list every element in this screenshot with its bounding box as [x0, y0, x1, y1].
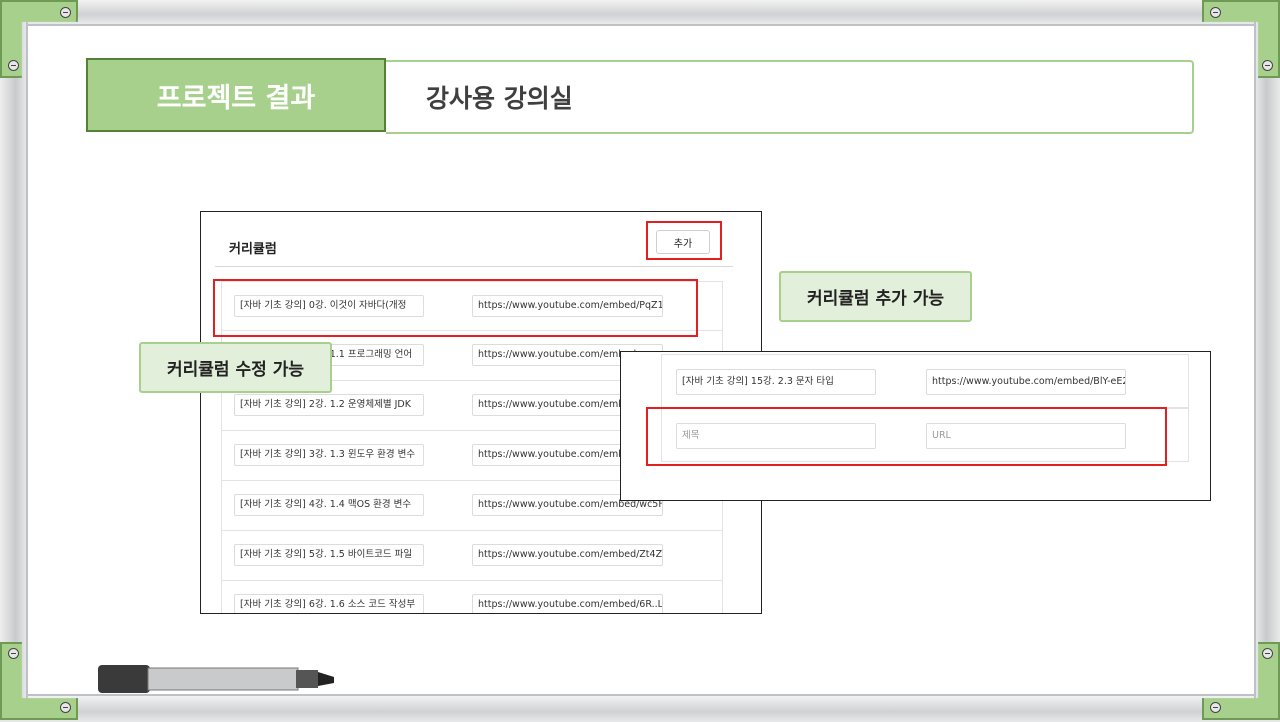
screw-icon	[1262, 60, 1273, 71]
section-label: 프로젝트 결과	[86, 58, 386, 132]
screw-icon	[60, 7, 71, 18]
curriculum-title: 커리큘럼	[229, 242, 277, 257]
lecture-title-input[interactable]: [자바 기초 강의] 2강. 1.2 운영체제별 JDK	[234, 394, 424, 416]
lecture-title-input[interactable]: [자바 기초 강의] 3강. 1.3 윈도우 환경 변수	[234, 444, 424, 466]
lecture-url-input[interactable]: https://www.youtube.com/embed/BlY-eE2	[926, 369, 1126, 395]
callout-add: 커리큘럼 추가 가능	[779, 271, 972, 322]
callout-edit: 커리큘럼 수정 가능	[139, 342, 332, 393]
screw-icon	[1262, 648, 1273, 659]
curriculum-row: [자바 기초 강의] 15강. 2.3 문자 타입 https://www.yo…	[661, 354, 1189, 408]
screw-icon	[1210, 7, 1221, 18]
curriculum-row: [자바 기초 강의] 6강. 1.6 소스 코드 작성부 https://www…	[221, 581, 723, 613]
lecture-url-input[interactable]: https://www.youtube.com/embed/6R..L.L	[472, 594, 663, 613]
lecture-title-input[interactable]: [자바 기초 강의] 6강. 1.6 소스 코드 작성부	[234, 594, 424, 613]
screw-icon	[8, 648, 19, 659]
lecture-title-input[interactable]: [자바 기초 강의] 5강. 1.5 바이트코드 파일	[234, 544, 424, 566]
lecture-url-input[interactable]: https://www.youtube.com/embed/Zt4Ze4	[472, 544, 663, 566]
whiteboard-frame-bottom	[0, 694, 1280, 722]
marker-icon	[98, 665, 334, 693]
page-title: 강사용 강의실	[386, 60, 1194, 134]
highlight-add-button	[646, 221, 722, 260]
lecture-title-input[interactable]: [자바 기초 강의] 15강. 2.3 문자 타입	[676, 369, 876, 395]
curriculum-row: [자바 기초 강의] 5강. 1.5 바이트코드 파일 https://www.…	[221, 531, 723, 581]
screw-icon	[60, 702, 71, 713]
whiteboard-frame-top	[0, 0, 1280, 26]
screw-icon	[8, 60, 19, 71]
screw-icon	[1210, 702, 1221, 713]
highlight-first-row	[213, 279, 698, 337]
whiteboard-frame-right	[1254, 0, 1280, 720]
highlight-new-row	[646, 407, 1167, 466]
whiteboard-frame-left	[0, 0, 28, 720]
lecture-title-input[interactable]: [자바 기초 강의] 4강. 1.4 맥OS 환경 변수	[234, 494, 424, 516]
